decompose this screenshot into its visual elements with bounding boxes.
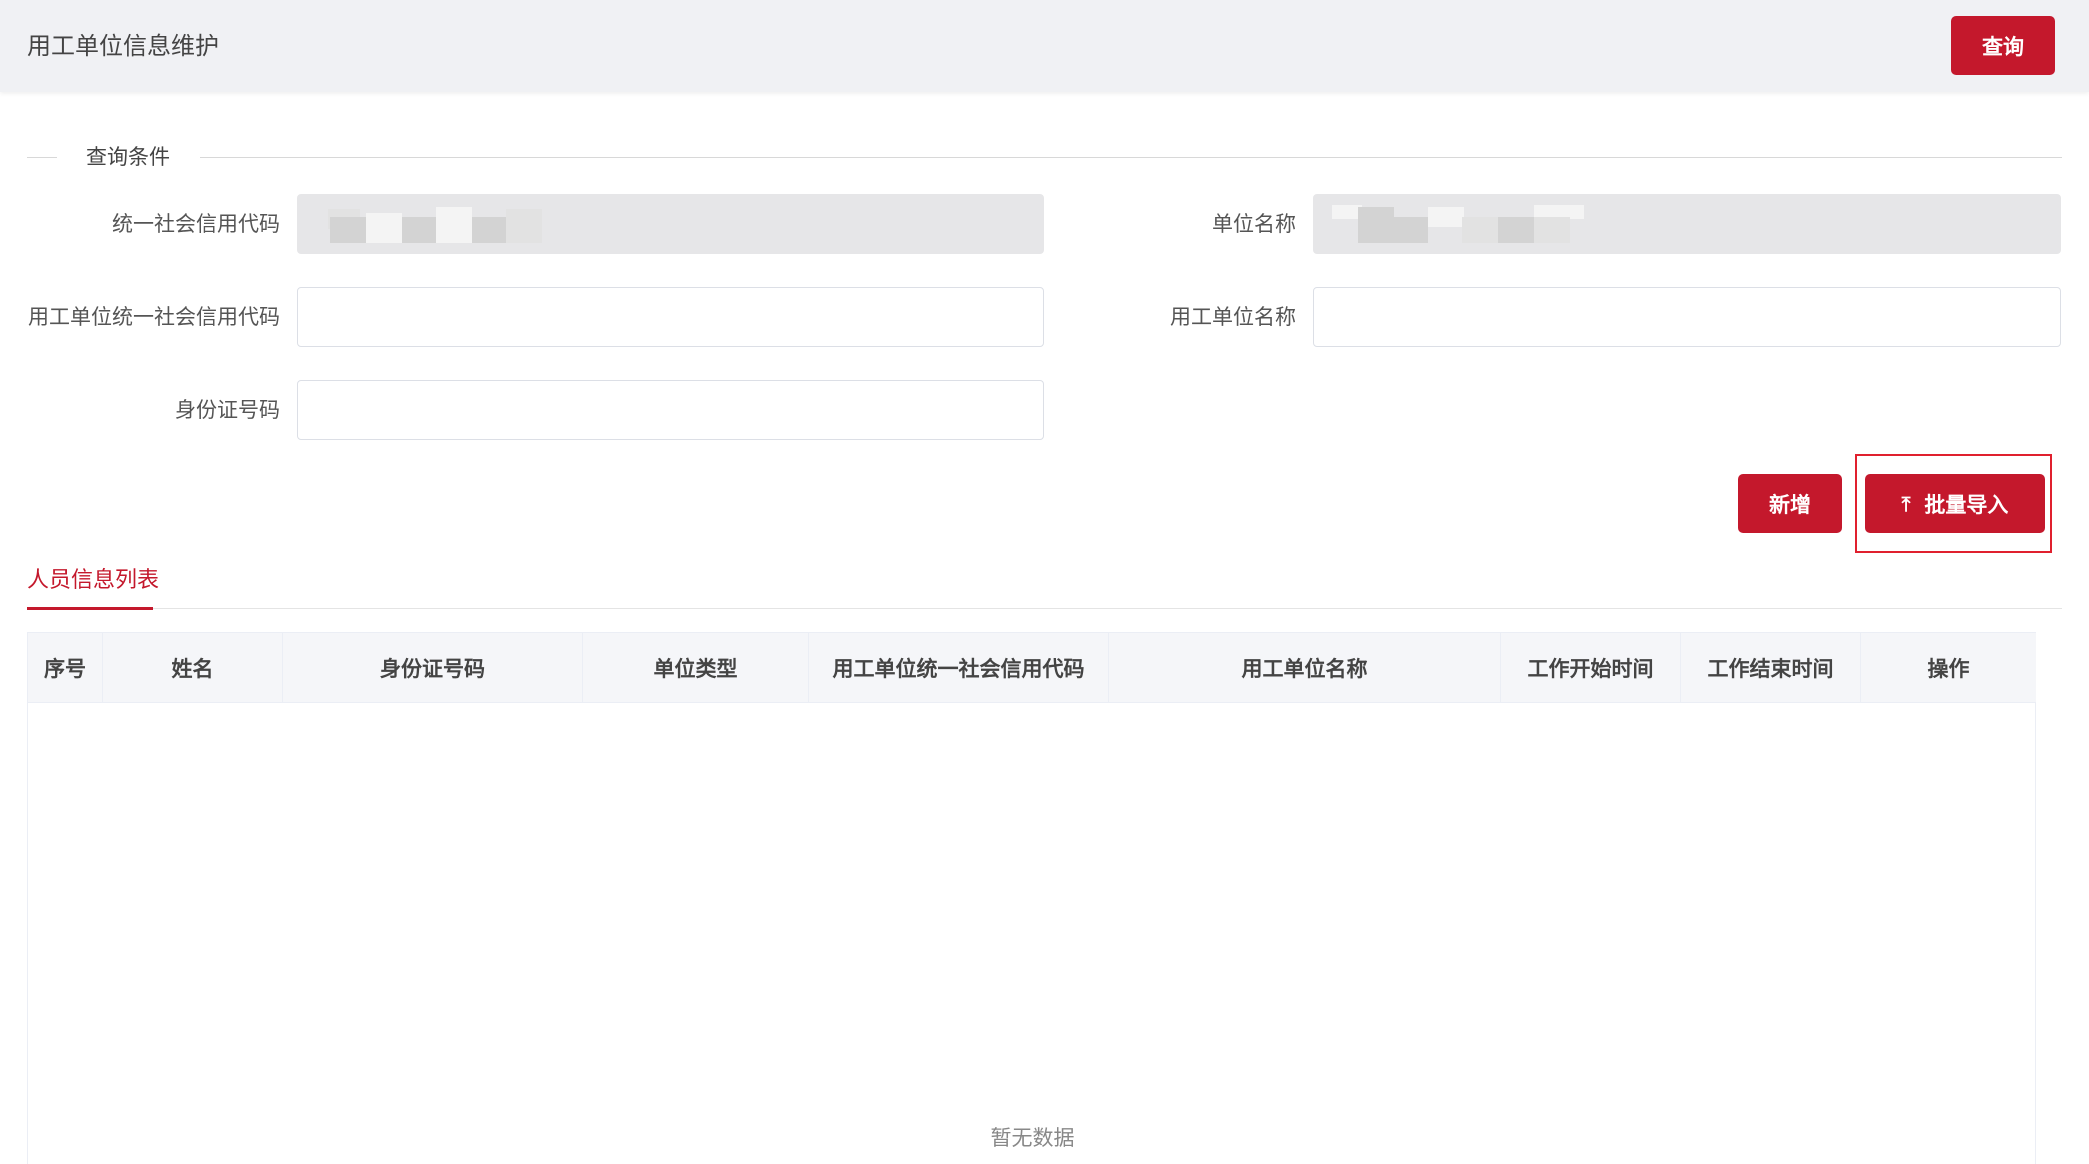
query-button[interactable]: 查询 [1951, 16, 2055, 75]
tab-active-indicator [27, 607, 153, 610]
add-button[interactable]: 新增 [1738, 474, 1842, 533]
credit-code-label: 统一社会信用代码 [112, 212, 280, 236]
query-conditions-legend: 查询条件 [86, 145, 170, 169]
legend-divider-right [200, 157, 2062, 158]
column-header-employer-name: 用工单位名称 [1109, 633, 1501, 703]
tab-personnel-list[interactable]: 人员信息列表 [27, 565, 159, 597]
page-title: 用工单位信息维护 [27, 32, 219, 60]
column-header-index: 序号 [28, 633, 103, 703]
column-header-unit-type: 单位类型 [583, 633, 809, 703]
table-empty-text: 暂无数据 [990, 1126, 1075, 1150]
tab-baseline [27, 608, 2062, 609]
legend-divider-left [27, 157, 57, 158]
column-header-id-number: 身份证号码 [283, 633, 583, 703]
unit-name-label: 单位名称 [1212, 212, 1296, 236]
column-header-start-time: 工作开始时间 [1501, 633, 1681, 703]
batch-import-label: 批量导入 [1924, 492, 2009, 517]
column-header-employer-credit-code: 用工单位统一社会信用代码 [809, 633, 1109, 703]
personnel-table: 序号 姓名 身份证号码 单位类型 用工单位统一社会信用代码 用工单位名称 工作开… [27, 632, 2036, 1164]
employer-credit-code-label: 用工单位统一社会信用代码 [28, 305, 280, 329]
employer-name-label: 用工单位名称 [1170, 305, 1296, 329]
column-header-name: 姓名 [103, 633, 283, 703]
credit-code-field [297, 194, 1044, 254]
column-header-end-time: 工作结束时间 [1681, 633, 1861, 703]
upload-icon: ⤒ [1901, 491, 1911, 516]
id-number-label: 身份证号码 [175, 398, 280, 422]
id-number-input[interactable] [297, 380, 1044, 440]
employer-credit-code-input[interactable] [297, 287, 1044, 347]
page-header: 用工单位信息维护 查询 [0, 0, 2089, 92]
employer-name-input[interactable] [1313, 287, 2061, 347]
table-header-row: 序号 姓名 身份证号码 单位类型 用工单位统一社会信用代码 用工单位名称 工作开… [28, 632, 2036, 703]
unit-name-field [1313, 194, 2061, 254]
column-header-actions: 操作 [1927, 657, 1970, 681]
batch-import-button[interactable]: ⤒ 批量导入 [1865, 474, 2045, 533]
